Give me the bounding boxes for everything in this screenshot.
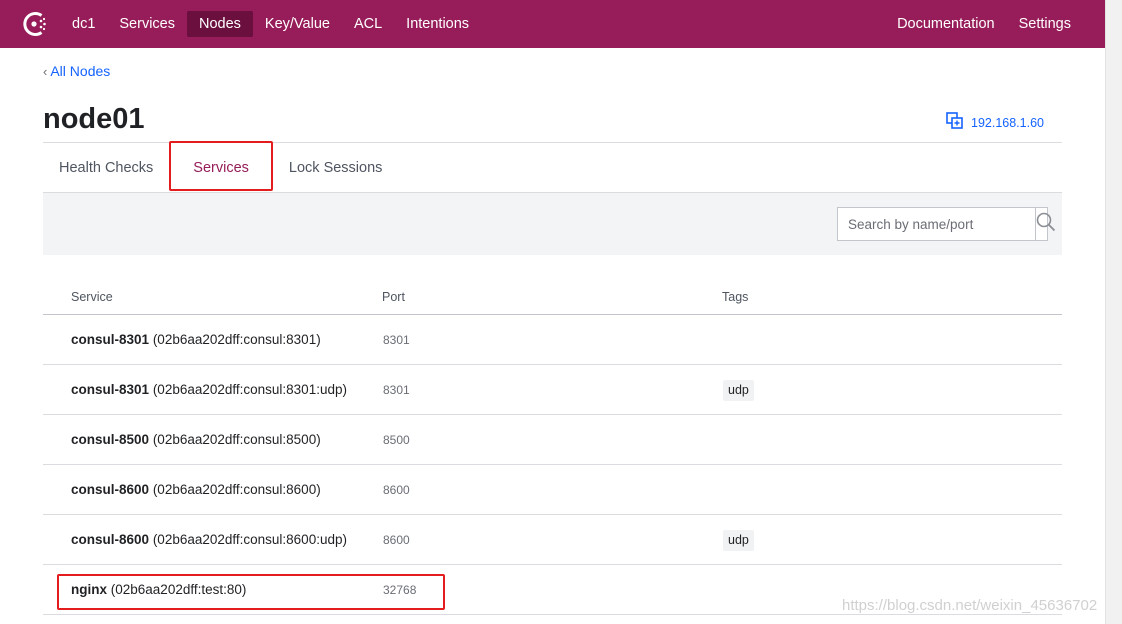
port-cell: 32768	[383, 583, 417, 597]
service-cell[interactable]: consul-8600 (02b6aa202dff:consul:8600:ud…	[71, 515, 347, 565]
node-address: 192.168.1.60	[971, 116, 1044, 130]
nav-item-documentation[interactable]: Documentation	[885, 11, 1007, 37]
tab-lock-sessions[interactable]: Lock Sessions	[273, 143, 399, 193]
service-cell[interactable]: consul-8500 (02b6aa202dff:consul:8500)	[71, 415, 321, 465]
service-id: (02b6aa202dff:consul:8600:udp)	[152, 532, 347, 547]
port-cell: 8301	[383, 333, 410, 347]
vertical-scrollbar[interactable]	[1105, 0, 1122, 624]
column-header-service: Service	[71, 290, 113, 304]
consul-logo-icon[interactable]	[21, 10, 49, 38]
nav-item-settings[interactable]: Settings	[1007, 11, 1083, 37]
service-cell[interactable]: consul-8301 (02b6aa202dff:consul:8301)	[71, 315, 321, 365]
tag-badge: udp	[723, 530, 754, 551]
datacenter-selector[interactable]: dc1	[60, 11, 107, 37]
service-name: consul-8301	[71, 332, 150, 347]
service-id: (02b6aa202dff:consul:8600)	[152, 482, 321, 497]
search-button[interactable]	[1035, 208, 1056, 240]
service-name: consul-8301	[71, 382, 150, 397]
port-cell: 8500	[383, 433, 410, 447]
nav-item-nodes[interactable]: Nodes	[187, 11, 253, 37]
chevron-left-icon: ‹	[43, 64, 48, 79]
service-id: (02b6aa202dff:consul:8301:udp)	[152, 382, 347, 397]
table-row[interactable]: consul-8500 (02b6aa202dff:consul:8500) 8…	[43, 415, 1062, 465]
breadcrumb-back-link[interactable]: ‹ All Nodes	[43, 63, 110, 79]
port-cell: 8600	[383, 533, 410, 547]
top-navigation-bar: dc1 Services Nodes Key/Value ACL Intenti…	[0, 0, 1105, 48]
table-header: Service Port Tags	[43, 280, 1062, 315]
node-tabs: Health Checks Services Lock Sessions	[43, 141, 1062, 193]
service-name: consul-8500	[71, 432, 150, 447]
service-name: consul-8600	[71, 482, 150, 497]
table-row[interactable]: consul-8301 (02b6aa202dff:consul:8301) 8…	[43, 315, 1062, 365]
service-cell[interactable]: consul-8301 (02b6aa202dff:consul:8301:ud…	[71, 365, 347, 415]
copy-address-button[interactable]: 192.168.1.60	[946, 112, 1044, 134]
column-header-tags: Tags	[722, 290, 749, 304]
service-id: (02b6aa202dff:test:80)	[110, 582, 247, 597]
copy-icon	[946, 112, 963, 134]
nav-item-services[interactable]: Services	[107, 11, 187, 37]
table-row[interactable]: consul-8600 (02b6aa202dff:consul:8600) 8…	[43, 465, 1062, 515]
table-row[interactable]: consul-8301 (02b6aa202dff:consul:8301:ud…	[43, 365, 1062, 415]
port-cell: 8600	[383, 483, 410, 497]
filter-bar	[43, 193, 1062, 255]
service-id: (02b6aa202dff:consul:8301)	[152, 332, 321, 347]
nav-item-key-value[interactable]: Key/Value	[253, 11, 342, 37]
search-input[interactable]	[838, 208, 1035, 240]
service-cell[interactable]: nginx (02b6aa202dff:test:80)	[71, 565, 246, 615]
nav-item-acl[interactable]: ACL	[342, 11, 394, 37]
column-header-port: Port	[382, 290, 405, 304]
table-row[interactable]: consul-8600 (02b6aa202dff:consul:8600:ud…	[43, 515, 1062, 565]
breadcrumb-label: All Nodes	[50, 63, 111, 79]
page-title: node01	[43, 103, 145, 135]
watermark: https://blog.csdn.net/weixin_45636702	[842, 597, 1098, 614]
service-id: (02b6aa202dff:consul:8500)	[152, 432, 321, 447]
tab-health-checks[interactable]: Health Checks	[43, 143, 169, 193]
search-icon	[1036, 212, 1056, 237]
service-cell[interactable]: consul-8600 (02b6aa202dff:consul:8600)	[71, 465, 321, 515]
service-name: nginx	[71, 582, 107, 597]
tag-badge: udp	[723, 380, 754, 401]
nav-item-intentions[interactable]: Intentions	[394, 11, 481, 37]
port-cell: 8301	[383, 383, 410, 397]
service-name: consul-8600	[71, 532, 150, 547]
tab-services[interactable]: Services	[169, 141, 273, 191]
services-table: Service Port Tags consul-8301 (02b6aa202…	[43, 280, 1062, 615]
search-box	[837, 207, 1056, 241]
